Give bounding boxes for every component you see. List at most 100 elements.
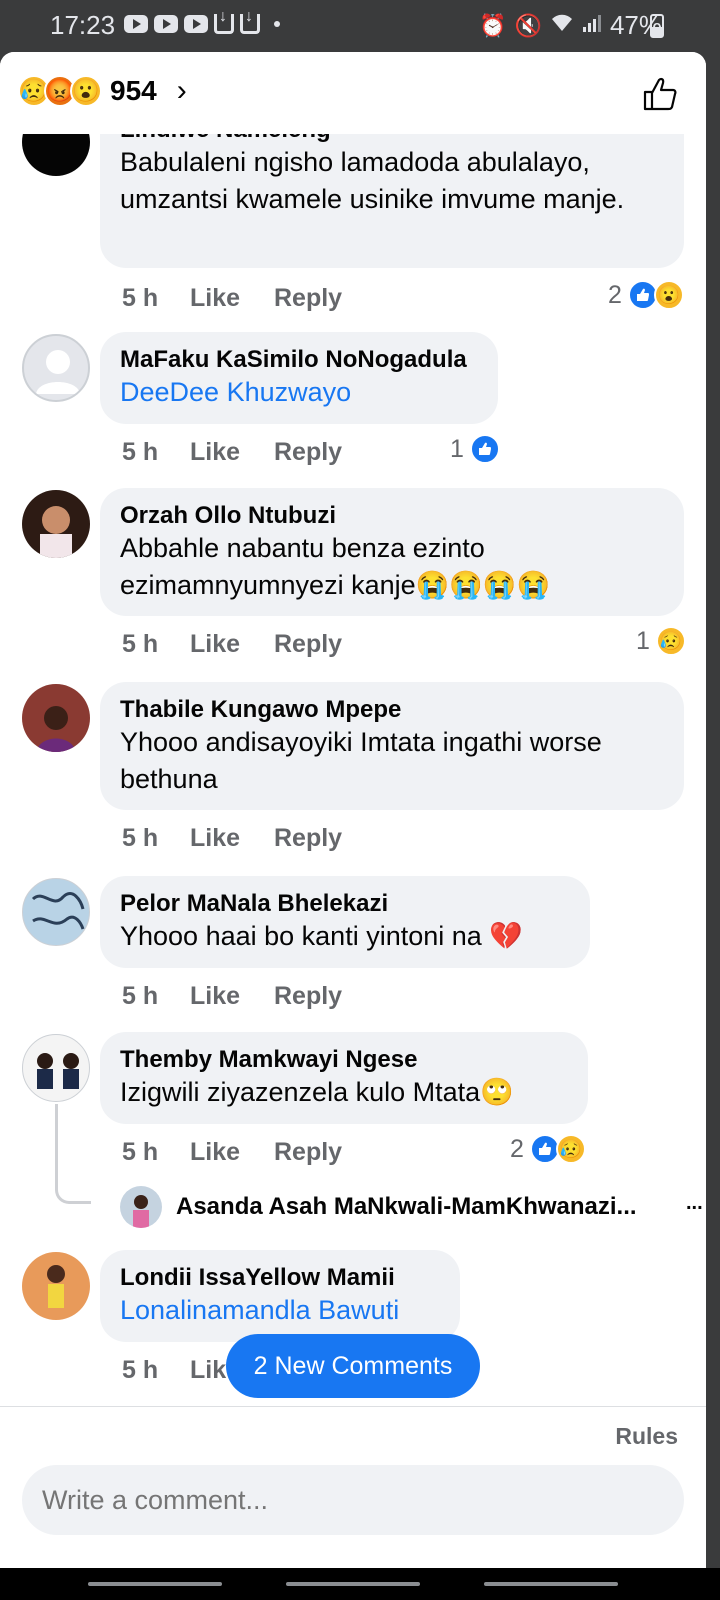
- comment-bubble[interactable]: Orzah Ollo Ntubuzi Abbahle nabantu benza…: [100, 488, 684, 616]
- comment-bubble[interactable]: MaFaku KaSimilo NoNogadula DeeDee Khuzwa…: [100, 332, 498, 424]
- comment-author[interactable]: Thabile Kungawo Mpepe: [120, 696, 664, 724]
- download-icon: [214, 8, 234, 34]
- comment-actions: 5 h Like Reply: [122, 1138, 342, 1167]
- comment-author[interactable]: Lindiwe Nameleng: [120, 134, 664, 144]
- battery-level-fill: [652, 26, 662, 36]
- more-notifications-dot-icon: [274, 21, 280, 27]
- comment-time: 5 h: [122, 824, 159, 852]
- wow-face-icon: 😮: [70, 75, 102, 107]
- like-button[interactable]: Like: [190, 1138, 274, 1167]
- avatar: [120, 1186, 162, 1228]
- comment-input[interactable]: [22, 1465, 684, 1535]
- like-icon: [469, 434, 500, 464]
- comment-time: 5 h: [122, 438, 159, 466]
- thread-connector: [55, 1180, 91, 1204]
- download-icon: [240, 8, 260, 34]
- nav-home-handle[interactable]: [286, 1582, 420, 1586]
- reaction-count: 2: [510, 1134, 524, 1163]
- rules-link[interactable]: Rules: [615, 1423, 678, 1450]
- battery-icon: [650, 14, 664, 38]
- status-time: 17:23: [50, 10, 116, 40]
- avatar[interactable]: [22, 490, 90, 558]
- thread-line: [55, 1104, 58, 1180]
- comment-reactions[interactable]: 2 😮: [608, 280, 684, 310]
- reply-preview-author: Asanda Asah MaNkwali-MamKhwanazi...: [176, 1193, 637, 1220]
- mention-link[interactable]: DeeDee Khuzwayo: [120, 374, 478, 411]
- avatar[interactable]: [22, 334, 90, 402]
- notification-icons: [124, 8, 280, 34]
- comment-author[interactable]: Orzah Ollo Ntubuzi: [120, 502, 664, 530]
- reply-preview[interactable]: Asanda Asah MaNkwali-MamKhwanazi...: [120, 1186, 637, 1228]
- avatar[interactable]: [22, 878, 90, 946]
- comment-actions: 5 h Like Reply: [122, 438, 342, 467]
- new-comments-button[interactable]: 2 New Comments: [226, 1334, 480, 1398]
- comments-list[interactable]: Lindiwe Nameleng Babulaleni ngisho lamad…: [0, 134, 706, 1406]
- like-button[interactable]: Like: [190, 982, 274, 1011]
- mention-link[interactable]: Lonalinamandla Bawuti: [120, 1292, 440, 1329]
- comment-actions: 5 h Like Reply: [122, 284, 342, 313]
- comment-reactions[interactable]: 2 😥: [510, 1134, 586, 1164]
- wow-icon: 😮: [653, 280, 684, 310]
- status-bar: 17:23 ⏰ 🔇 47%: [0, 0, 720, 52]
- comment-bubble[interactable]: Londii IssaYellow Mamii Lonalinamandla B…: [100, 1250, 460, 1342]
- comment-actions: 5 h Like Reply: [122, 824, 342, 853]
- avatar[interactable]: [22, 1034, 90, 1102]
- comment-text: Izigwili ziyazenzela kulo Mtata🙄: [120, 1077, 514, 1107]
- comment-text: Babulaleni ngisho lamadoda abulalayo, um…: [120, 147, 625, 214]
- comment-author[interactable]: Londii IssaYellow Mamii: [120, 1264, 440, 1292]
- youtube-notification-icon: [124, 15, 148, 33]
- comment-composer: Rules: [0, 1406, 706, 1568]
- comment-author[interactable]: Themby Mamkwayi Ngese: [120, 1046, 568, 1074]
- comment-reactions[interactable]: 1 😥: [636, 626, 686, 656]
- system-icons: ⏰ 🔇 47%: [479, 10, 662, 41]
- comment-time: 5 h: [122, 982, 159, 1010]
- sad-icon: 😥: [655, 626, 686, 656]
- reactions-summary[interactable]: 😥 😡 😮 954 ›: [18, 74, 187, 108]
- comment-time: 5 h: [122, 1356, 159, 1384]
- like-button[interactable]: Like: [190, 284, 274, 313]
- comment-text: Yhooo andisayoyiki Imtata ingathi worse …: [120, 727, 602, 794]
- like-button[interactable]: Like: [190, 630, 274, 659]
- nav-recents-handle[interactable]: [88, 1582, 222, 1586]
- like-button[interactable]: Like: [190, 824, 274, 853]
- reaction-count: 1: [450, 434, 464, 463]
- wifi-icon: [550, 13, 574, 39]
- reply-button[interactable]: Reply: [274, 284, 342, 313]
- comment-author[interactable]: MaFaku KaSimilo NoNogadula: [120, 346, 478, 374]
- like-button[interactable]: Like: [190, 438, 274, 467]
- comment-author[interactable]: Pelor MaNala Bhelekazi: [120, 890, 570, 918]
- comment-time: 5 h: [122, 630, 159, 658]
- signal-icon: [582, 13, 602, 39]
- reply-button[interactable]: Reply: [274, 1138, 342, 1167]
- comment-time: 5 h: [122, 1138, 159, 1166]
- reply-button[interactable]: Reply: [274, 982, 342, 1011]
- avatar[interactable]: [22, 1252, 90, 1320]
- reaction-count: 954: [110, 75, 157, 106]
- comment-reactions[interactable]: 1: [450, 434, 500, 464]
- system-nav-bar: [0, 1568, 720, 1600]
- avatar[interactable]: [22, 684, 90, 752]
- comment-bubble[interactable]: Thabile Kungawo Mpepe Yhooo andisayoyiki…: [100, 682, 684, 810]
- sad-icon: 😥: [555, 1134, 586, 1164]
- comment-text: Yhooo haai bo kanti yintoni na 💔: [120, 921, 523, 951]
- sheet-header: 😥 😡 😮 954 ›: [0, 52, 706, 134]
- nav-back-handle[interactable]: [484, 1582, 618, 1586]
- chevron-right-icon: ›: [176, 74, 187, 107]
- more-replies-icon[interactable]: ...: [686, 1192, 703, 1215]
- like-outline-icon[interactable]: [642, 76, 678, 112]
- comment-actions: 5 h Like Reply: [122, 982, 342, 1011]
- avatar[interactable]: [22, 134, 90, 176]
- reply-button[interactable]: Reply: [274, 630, 342, 659]
- comment-actions: 5 h Like Reply: [122, 630, 342, 659]
- comments-sheet: 😥 😡 😮 954 › Lindiwe Nameleng Babulaleni …: [0, 52, 706, 1568]
- reply-button[interactable]: Reply: [274, 824, 342, 853]
- comment-bubble[interactable]: Themby Mamkwayi Ngese Izigwili ziyazenze…: [100, 1032, 588, 1124]
- reply-button[interactable]: Reply: [274, 438, 342, 467]
- reaction-count: 2: [608, 280, 622, 309]
- comment-time: 5 h: [122, 284, 159, 312]
- youtube-notification-icon: [184, 15, 208, 33]
- reaction-count: 1: [636, 626, 650, 655]
- comment-bubble[interactable]: Pelor MaNala Bhelekazi Yhooo haai bo kan…: [100, 876, 590, 968]
- youtube-notification-icon: [154, 15, 178, 33]
- comment-bubble[interactable]: Lindiwe Nameleng Babulaleni ngisho lamad…: [100, 134, 684, 268]
